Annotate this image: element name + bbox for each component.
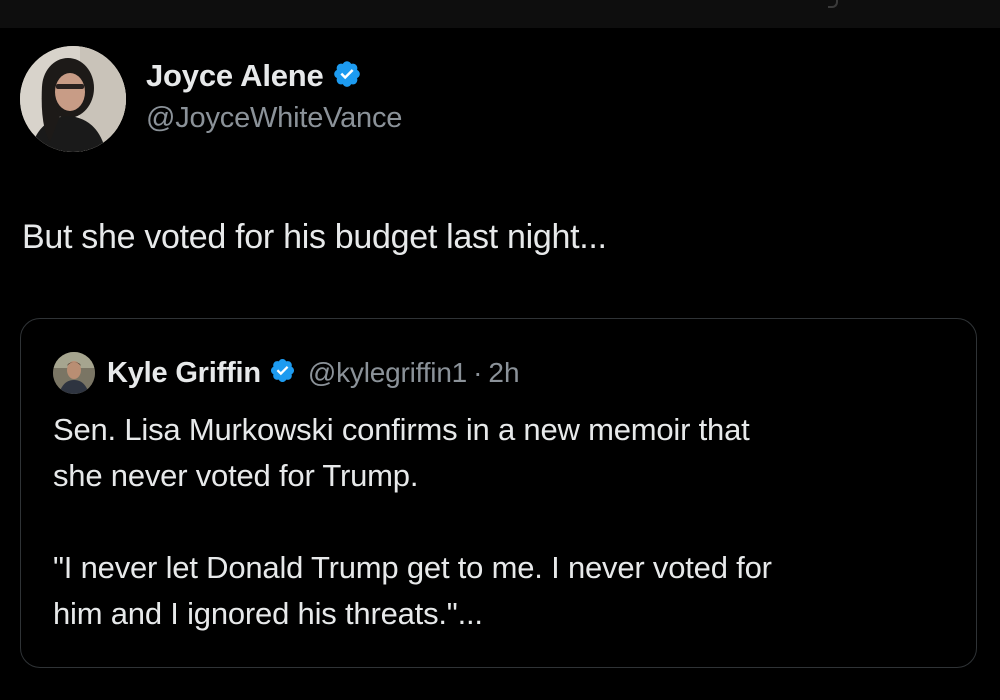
avatar[interactable]	[20, 46, 126, 152]
tweet-text: But she voted for his budget last night.…	[22, 218, 607, 256]
chevron-icon	[828, 0, 838, 8]
quoted-tweet-card[interactable]: Kyle Griffin @kylegriffin1 · 2h Sen. Lis…	[20, 318, 977, 668]
quoted-text-line: "I never let Donald Trump get to me. I n…	[53, 550, 772, 585]
meta-separator: ·	[473, 357, 483, 388]
quoted-tweet-timestamp[interactable]: 2h	[488, 357, 519, 389]
quoted-tweet-header: Kyle Griffin @kylegriffin1 · 2h	[53, 351, 520, 395]
quoted-tweet-text: Sen. Lisa Murkowski confirms in a new me…	[53, 407, 953, 637]
avatar[interactable]	[53, 352, 95, 394]
verified-badge-icon[interactable]	[269, 357, 296, 389]
quoted-author-handle[interactable]: @kylegriffin1	[308, 357, 467, 389]
quoted-text-line: she never voted for Trump.	[53, 458, 419, 493]
quoted-text-line: Sen. Lisa Murkowski confirms in a new me…	[53, 412, 750, 447]
top-bar	[0, 0, 1000, 28]
author-handle[interactable]: @JoyceWhiteVance	[146, 102, 402, 135]
quoted-author-name[interactable]: Kyle Griffin	[107, 357, 261, 390]
verified-badge-icon[interactable]	[332, 59, 362, 94]
quoted-text-line: him and I ignored his threats."...	[53, 596, 483, 631]
author-name[interactable]: Joyce Alene	[146, 58, 324, 94]
